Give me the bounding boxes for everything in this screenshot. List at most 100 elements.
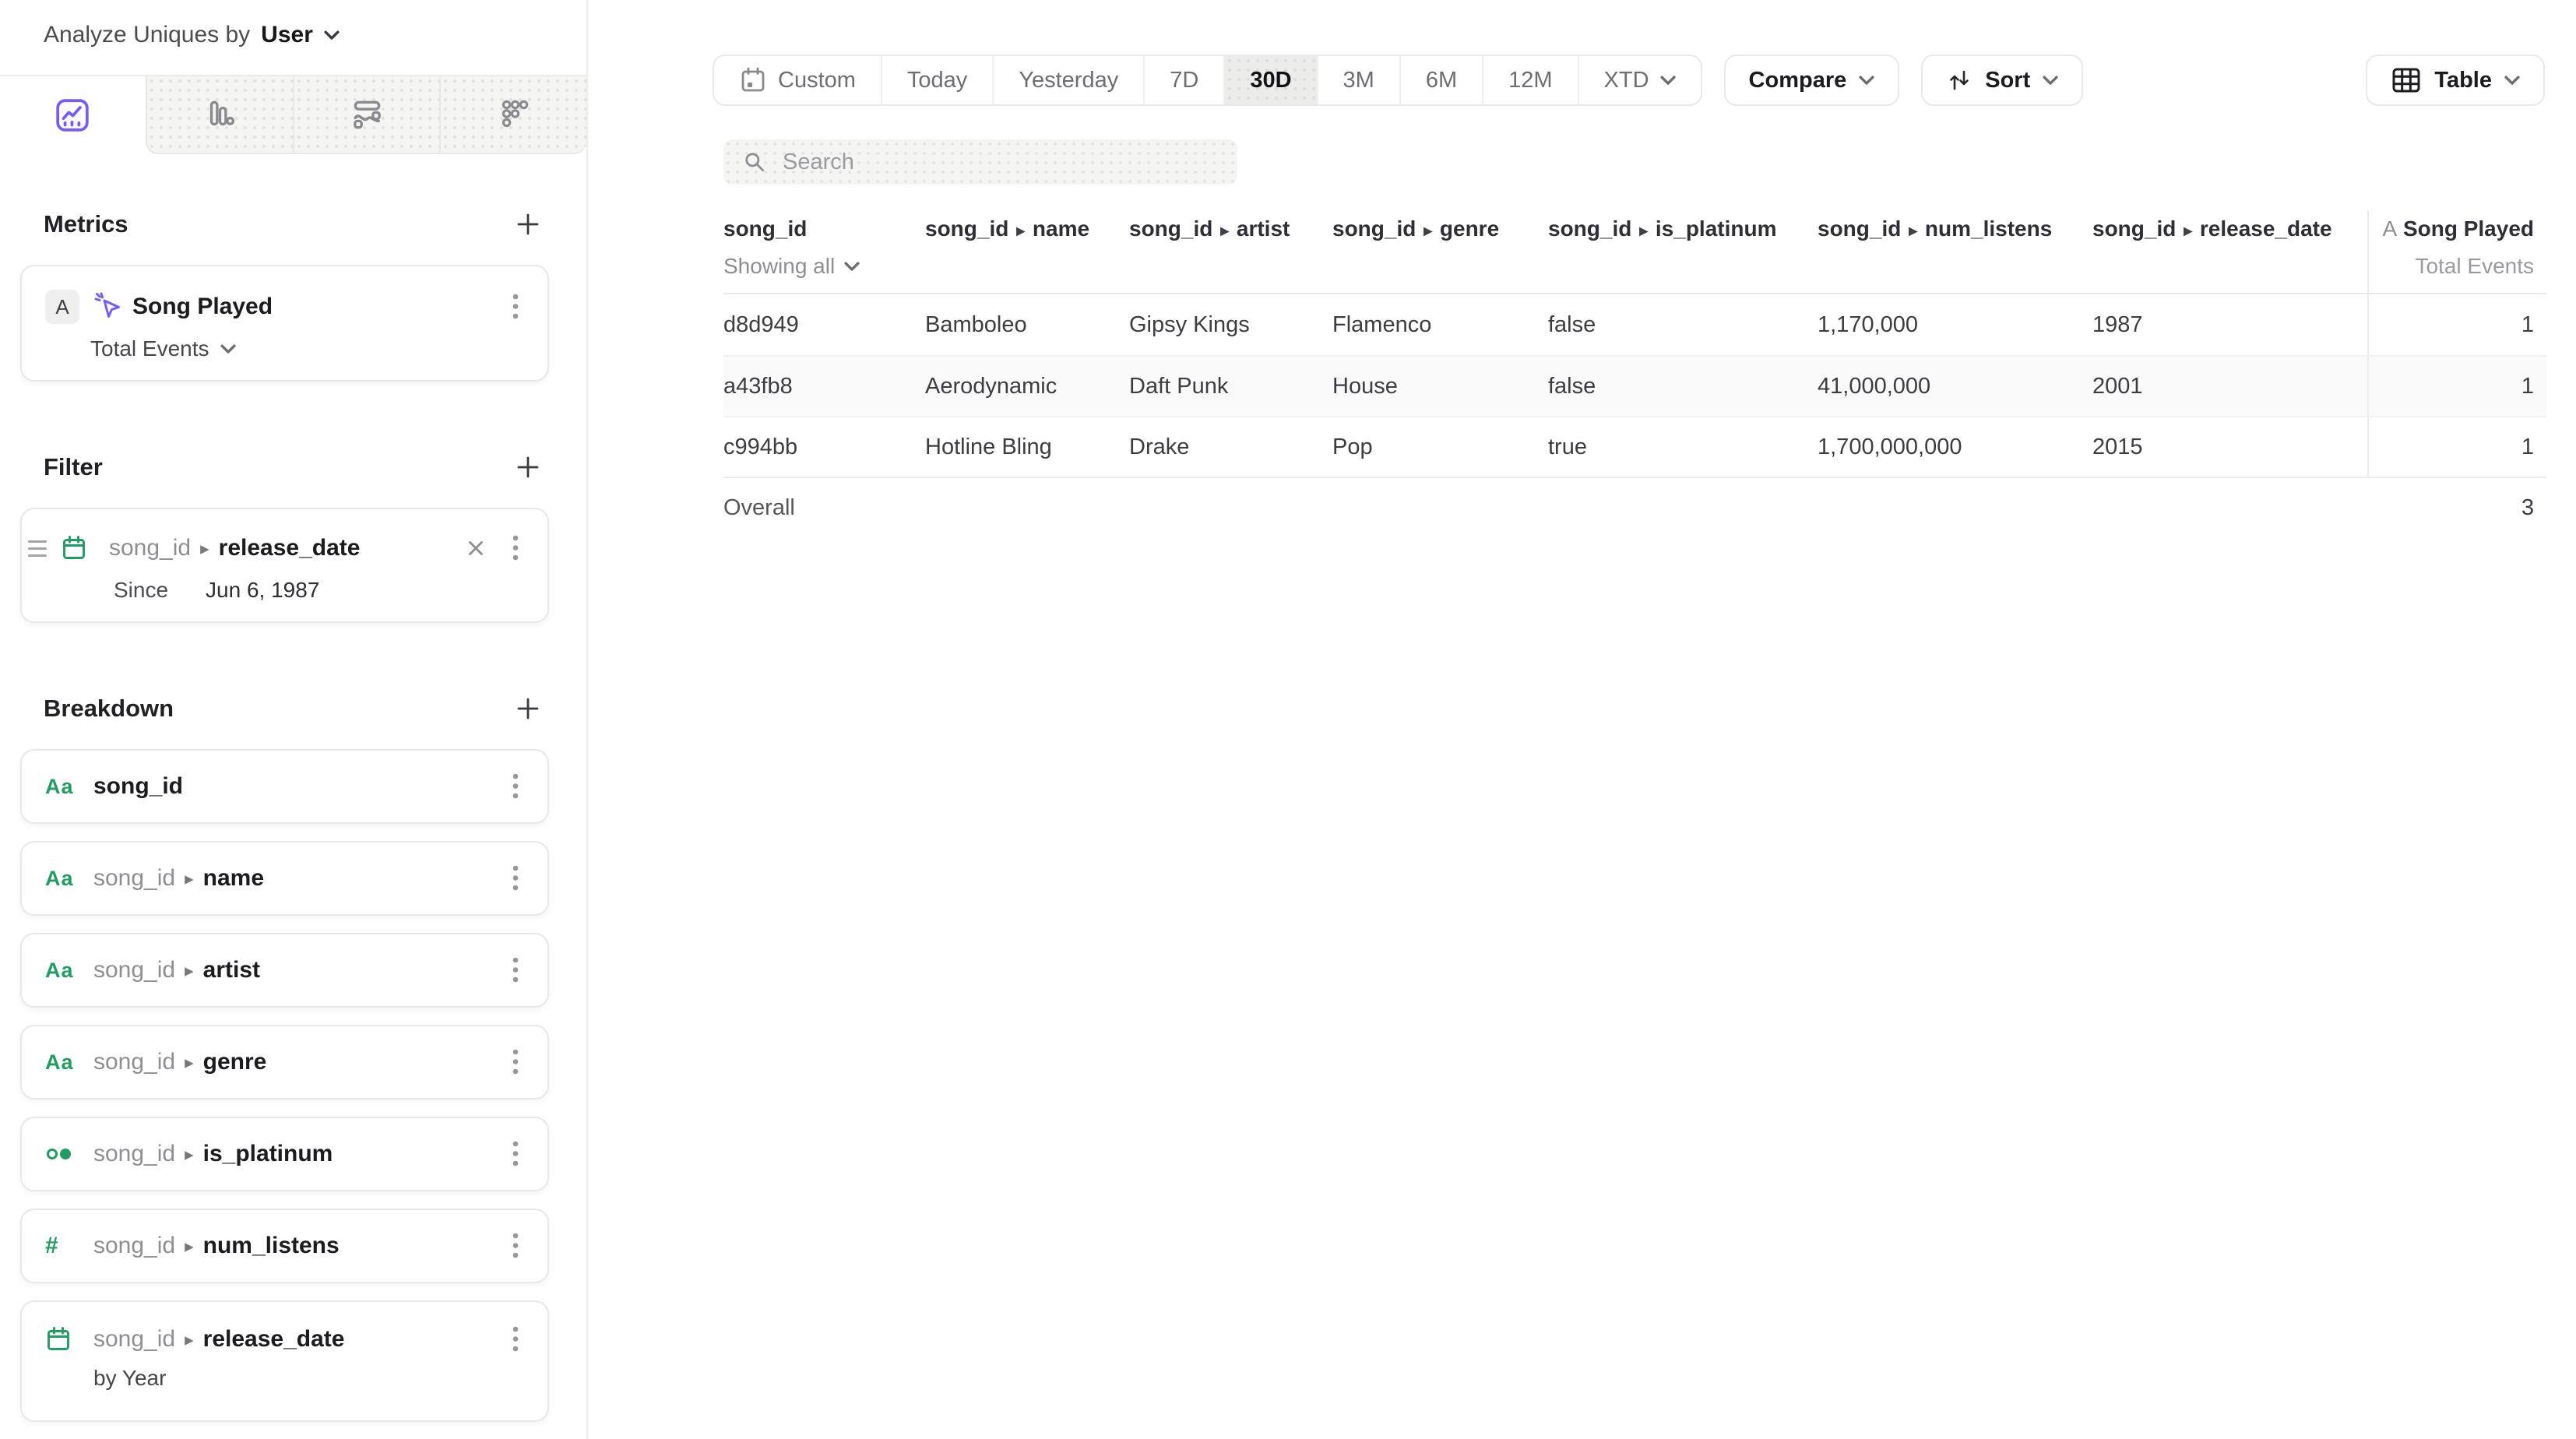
triangle-separator-icon: ▸ (1901, 222, 1925, 240)
triangle-separator-icon: ▸ (175, 1329, 203, 1350)
table-row: a43fb8 Aerodynamic Daft Punk House false… (723, 355, 2546, 416)
column-header-is-platinum[interactable]: song_id▸is_platinum (1548, 210, 1818, 293)
kebab-menu-icon[interactable] (507, 1321, 524, 1358)
main-panel: Custom Today Yesterday 7D 30D 3M 6M 12M … (589, 0, 2576, 1439)
breakdown-item-name[interactable]: Aa song_id ▸ name (20, 841, 549, 916)
showing-all-dropdown[interactable]: Showing all (723, 254, 925, 279)
sort-button[interactable]: Sort (1921, 55, 2083, 106)
breakdown-item-song-id[interactable]: Aa song_id (20, 749, 549, 824)
cell-name: Aerodynamic (925, 374, 1129, 399)
tab-grid-dots[interactable] (439, 76, 586, 154)
filter-card[interactable]: song_id ▸ release_date Since Jun 6, 1987 (20, 508, 549, 623)
kebab-menu-icon[interactable] (507, 1043, 524, 1081)
column-header-parent: song_id (1332, 216, 1416, 241)
kebab-menu-icon[interactable] (507, 1135, 524, 1173)
breakdown-title: Breakdown (44, 695, 174, 723)
metrics-section-header: Metrics (44, 210, 541, 238)
grid-dots-icon (496, 97, 532, 132)
breakdown-bucket-label[interactable]: by Year (93, 1366, 524, 1391)
remove-filter-icon[interactable] (465, 537, 487, 559)
search-input[interactable] (723, 139, 1237, 185)
column-header-name[interactable]: song_id▸name (925, 210, 1129, 293)
tab-bar-chart[interactable] (146, 76, 293, 154)
chevron-down-icon (1859, 76, 1874, 86)
filter-value[interactable]: Jun 6, 1987 (206, 578, 319, 603)
metric-card[interactable]: A Song Played Total Events (20, 265, 549, 382)
range-30d-button[interactable]: 30D (1223, 56, 1316, 104)
column-header-genre[interactable]: song_id▸genre (1332, 210, 1548, 293)
cell-is-platinum: true (1548, 435, 1818, 460)
breakdown-item-genre[interactable]: Aa song_id ▸ genre (20, 1025, 549, 1099)
chart-type-tabbar (0, 75, 586, 154)
breakdown-label[interactable]: is_platinum (203, 1141, 333, 1167)
triangle-separator-icon: ▸ (175, 1052, 203, 1073)
column-header-metric[interactable]: A Song Played Total Events (2367, 210, 2546, 293)
kebab-menu-icon[interactable] (507, 1227, 524, 1265)
add-metric-button[interactable] (515, 211, 541, 237)
kebab-menu-icon[interactable] (507, 860, 524, 897)
triangle-separator-icon: ▸ (175, 960, 203, 981)
table-overall-row: Overall 3 (723, 477, 2546, 537)
range-today-button[interactable]: Today (881, 56, 992, 104)
metric-measure-dropdown[interactable]: Total Events (90, 336, 209, 361)
range-3m-button[interactable]: 3M (1317, 56, 1399, 104)
kebab-menu-icon[interactable] (507, 288, 524, 325)
add-filter-button[interactable] (515, 454, 541, 480)
sort-arrows-icon (1946, 67, 1972, 93)
column-header-artist[interactable]: song_id▸artist (1129, 210, 1332, 293)
column-header-label: genre (1440, 216, 1499, 241)
breakdown-label[interactable]: song_id (93, 773, 183, 800)
range-custom-button[interactable]: Custom (714, 56, 881, 104)
column-header-parent: song_id (2092, 216, 2176, 241)
breakdown-label[interactable]: release_date (203, 1326, 345, 1353)
breakdown-label[interactable]: name (203, 865, 264, 892)
range-xtd-button[interactable]: XTD (1578, 56, 1701, 104)
metric-column-label: Song Played (2403, 216, 2534, 241)
view-type-button[interactable]: Table (2366, 55, 2545, 106)
cell-song-id: a43fb8 (723, 374, 925, 399)
range-12m-button[interactable]: 12M (1482, 56, 1577, 104)
query-sidebar: Analyze Uniques by User (0, 0, 588, 1439)
breakdown-section-header: Breakdown (44, 695, 541, 723)
cell-metric-value: 1 (2367, 294, 2546, 355)
breakdown-item-is-platinum[interactable]: song_id ▸ is_platinum (20, 1117, 549, 1191)
breakdown-parent: song_id (93, 1326, 175, 1353)
breakdown-label[interactable]: num_listens (203, 1233, 340, 1259)
breakdown-item-artist[interactable]: Aa song_id ▸ artist (20, 933, 549, 1008)
column-header-num-listens[interactable]: song_id▸num_listens (1818, 210, 2092, 293)
add-breakdown-button[interactable] (515, 695, 541, 722)
breakdown-label[interactable]: artist (203, 957, 260, 983)
column-header-parent: song_id (1818, 216, 1901, 241)
range-6m-button[interactable]: 6M (1399, 56, 1482, 104)
kebab-menu-icon[interactable] (507, 768, 524, 805)
tab-flow[interactable] (293, 76, 440, 154)
breakdown-parent: song_id (93, 1049, 175, 1075)
range-7d-button[interactable]: 7D (1143, 56, 1223, 104)
triangle-separator-icon: ▸ (175, 1236, 203, 1257)
filter-parent-property[interactable]: song_id (109, 535, 191, 561)
range-yesterday-button[interactable]: Yesterday (992, 56, 1143, 104)
analyze-entity-dropdown[interactable]: User (261, 22, 313, 48)
kebab-menu-icon[interactable] (507, 952, 524, 989)
cell-artist: Drake (1129, 435, 1332, 460)
search-icon (742, 150, 767, 174)
breakdown-item-release-date[interactable]: song_id ▸ release_date by Year (20, 1300, 549, 1422)
metric-event-name[interactable]: Song Played (132, 294, 273, 320)
date-property-icon (45, 1326, 81, 1353)
column-header-song-id[interactable]: song_id Showing all (723, 210, 925, 293)
bar-chart-icon (202, 97, 238, 132)
kebab-menu-icon[interactable] (507, 530, 524, 567)
tab-line-chart[interactable] (0, 76, 146, 154)
filter-operator[interactable]: Since (114, 578, 168, 603)
table-grid-icon (2391, 65, 2422, 96)
range-label: Custom (778, 68, 856, 93)
filter-field-property[interactable]: release_date (219, 535, 361, 561)
breakdown-label[interactable]: genre (203, 1049, 267, 1075)
cell-release-date: 1987 (2092, 312, 2367, 338)
plus-icon (515, 695, 541, 722)
compare-button[interactable]: Compare (1724, 55, 1900, 106)
column-header-release-date[interactable]: song_id▸release_date (2092, 210, 2367, 293)
drag-handle-icon[interactable] (28, 540, 47, 557)
boolean-property-icon (45, 1143, 81, 1165)
breakdown-item-num-listens[interactable]: # song_id ▸ num_listens (20, 1209, 549, 1283)
